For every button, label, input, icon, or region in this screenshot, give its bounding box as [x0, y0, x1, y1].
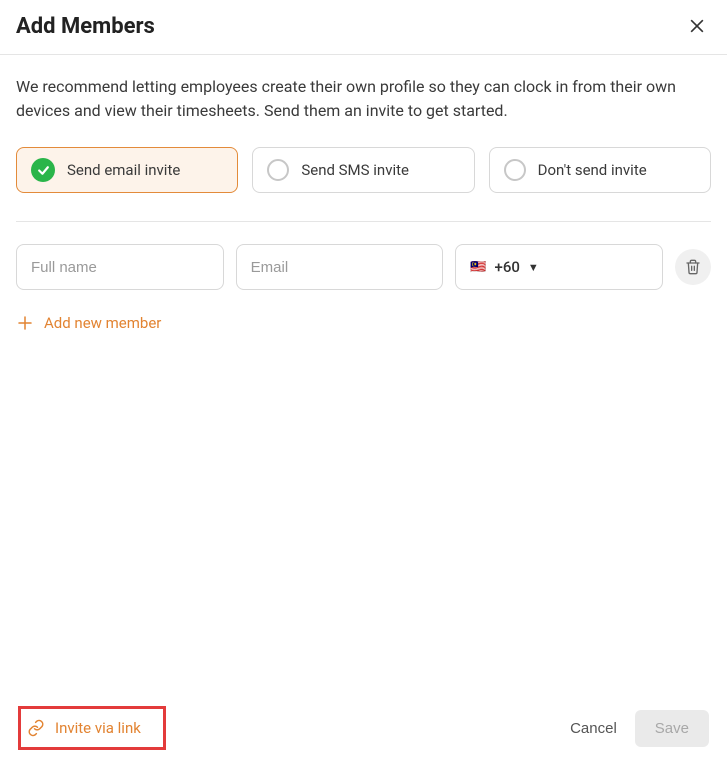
- plus-icon: [16, 314, 34, 332]
- invite-option-email-label: Send email invite: [67, 161, 180, 179]
- invite-option-none-label: Don't send invite: [538, 161, 647, 179]
- radio-icon: [504, 159, 526, 181]
- close-icon: [687, 16, 707, 36]
- invite-option-sms[interactable]: Send SMS invite: [252, 147, 474, 193]
- phone-country-code: +60: [495, 258, 520, 276]
- modal-header: Add Members: [0, 0, 727, 55]
- invite-via-link-label: Invite via link: [55, 719, 141, 737]
- phone-input[interactable]: 🇲🇾 +60 ▼: [455, 244, 663, 290]
- footer-actions: Cancel Save: [570, 710, 709, 747]
- link-icon: [27, 719, 45, 737]
- cancel-button[interactable]: Cancel: [570, 720, 617, 737]
- add-member-label: Add new member: [44, 314, 161, 332]
- member-row: 🇲🇾 +60 ▼: [16, 244, 711, 290]
- modal-content: We recommend letting employees create th…: [0, 55, 727, 688]
- invite-option-email[interactable]: Send email invite: [16, 147, 238, 193]
- invite-option-none[interactable]: Don't send invite: [489, 147, 711, 193]
- chevron-down-icon: ▼: [528, 261, 539, 274]
- close-button[interactable]: [683, 12, 711, 40]
- check-icon: [31, 158, 55, 182]
- country-flag: 🇲🇾: [470, 260, 486, 275]
- trash-icon: [685, 259, 701, 275]
- full-name-input[interactable]: [16, 244, 224, 290]
- modal-title: Add Members: [16, 14, 155, 39]
- description-text: We recommend letting employees create th…: [16, 75, 711, 123]
- invite-via-link-button[interactable]: Invite via link: [18, 706, 166, 750]
- radio-icon: [267, 159, 289, 181]
- invite-options-group: Send email invite Send SMS invite Don't …: [16, 147, 711, 222]
- delete-row-button[interactable]: [675, 249, 711, 285]
- invite-option-sms-label: Send SMS invite: [301, 161, 409, 179]
- save-button[interactable]: Save: [635, 710, 709, 747]
- add-member-button[interactable]: Add new member: [16, 314, 711, 332]
- modal-footer: Invite via link Cancel Save: [0, 688, 727, 768]
- email-input[interactable]: [236, 244, 444, 290]
